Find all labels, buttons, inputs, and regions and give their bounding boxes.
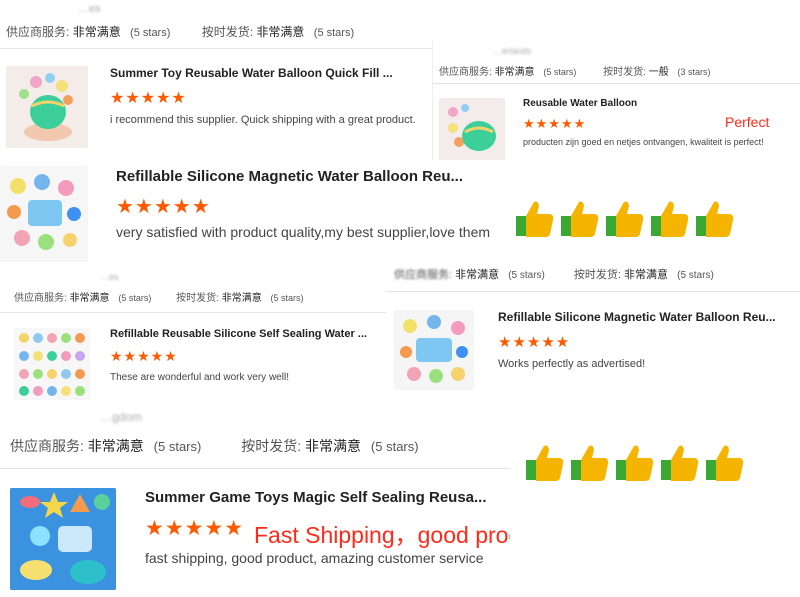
shipping-stars: (5 stars): [270, 293, 304, 303]
reviewer-country: …erlands: [493, 46, 532, 56]
service-stars: (5 stars): [130, 27, 171, 39]
service-label: 供应商服务:: [14, 293, 67, 304]
reviewer-country: …es: [100, 272, 119, 282]
review-text: producten zijn goed en netjes ontvangen,…: [523, 137, 764, 147]
service-label: 供应商服务:: [394, 269, 453, 281]
shipping-stars: (3 stars): [677, 67, 711, 77]
thumbs-up-icon: [651, 201, 689, 237]
thumbs-up-icon: [696, 201, 734, 237]
review-card: …erlands 供应商服务: 非常满意 (5 stars) 按时发货: 一般 …: [432, 40, 800, 160]
rating-row: 供应商服务: 非常满意 (5 stars) 按时发货: 非常满意 (5 star…: [394, 266, 714, 282]
review-card: …es 供应商服务: 非常满意 (5 stars) 按时发货: 非常满意 (5 …: [0, 270, 386, 400]
shipping-label: 按时发货:: [241, 438, 302, 454]
rating-stars: ★★★★★: [110, 348, 178, 364]
shipping-value: 非常满意: [624, 269, 669, 281]
shipping-value: 非常满意: [256, 25, 305, 39]
service-stars: (5 stars): [508, 270, 545, 281]
thumbs-up-group: [514, 198, 736, 240]
thumbs-up-icon: [706, 445, 744, 481]
shipping-stars: (5 stars): [370, 439, 419, 454]
review-highlight: Perfect: [725, 114, 770, 130]
review-card: …es 供应商服务: 非常满意 (5 stars) 按时发货: 非常满意 (5 …: [0, 0, 432, 160]
shipping-stars: (5 stars): [313, 27, 355, 39]
review-text: very satisfied with product quality,my b…: [116, 224, 491, 240]
product-title[interactable]: Refillable Silicone Magnetic Water Ballo…: [116, 168, 463, 185]
thumbs-up-icon: [661, 445, 699, 481]
product-title[interactable]: Refillable Silicone Magnetic Water Ballo…: [498, 310, 776, 324]
product-title[interactable]: Refillable Reusable Silicone Self Sealin…: [110, 328, 367, 340]
product-image[interactable]: [10, 488, 116, 590]
service-label: 供应商服务:: [439, 67, 492, 78]
divider: [0, 468, 510, 469]
rating-row: 供应商服务: 非常满意 (5 stars) 按时发货: 非常满意 (5 star…: [14, 289, 304, 304]
thumbs-up-group: [524, 442, 746, 484]
shipping-label: 按时发货:: [176, 293, 219, 304]
review-card: 供应商服务: 非常满意 (5 stars) 按时发货: 非常满意 (5 star…: [386, 258, 800, 398]
reviewer-country: …gdom: [100, 410, 143, 424]
reviewer-country: …es: [78, 3, 101, 15]
rating-row: 供应商服务: 非常满意 (5 stars) 按时发货: 一般 (3 stars): [439, 63, 711, 78]
service-stars: (5 stars): [118, 293, 152, 303]
product-image[interactable]: [439, 98, 505, 160]
shipping-value: 一般: [648, 67, 669, 78]
rating-row: 供应商服务: 非常满意 (5 stars) 按时发货: 非常满意 (5 star…: [10, 436, 419, 456]
product-image[interactable]: [394, 310, 474, 390]
rating-stars: ★★★★★: [116, 196, 211, 218]
shipping-stars: (5 stars): [677, 270, 714, 281]
divider: [0, 312, 386, 313]
service-value: 非常满意: [455, 269, 500, 281]
shipping-value: 非常满意: [305, 438, 362, 454]
product-title[interactable]: Summer Toy Reusable Water Balloon Quick …: [110, 66, 393, 80]
service-value: 非常满意: [69, 293, 110, 304]
service-label: 供应商服务:: [10, 438, 84, 454]
divider: [433, 83, 800, 84]
divider: [386, 291, 800, 292]
service-value: 非常满意: [494, 67, 535, 78]
review-highlight: Fast Shipping，good product: [254, 522, 510, 548]
shipping-value: 非常满意: [221, 293, 262, 304]
service-stars: (5 stars): [153, 439, 202, 454]
product-title[interactable]: Summer Game Toys Magic Self Sealing Reus…: [145, 489, 487, 506]
review-text: fast shipping, good product, amazing cus…: [145, 550, 484, 566]
shipping-label: 按时发货:: [603, 67, 646, 78]
product-image[interactable]: [0, 166, 88, 262]
review-card: Refillable Silicone Magnetic Water Ballo…: [0, 160, 500, 270]
rating-row: 供应商服务: 非常满意 (5 stars) 按时发货: 非常满意 (5 star…: [6, 23, 354, 40]
review-text: i recommend this supplier. Quick shippin…: [110, 114, 416, 126]
product-image[interactable]: [14, 328, 90, 400]
review-text: Works perfectly as advertised!: [498, 358, 646, 370]
product-title[interactable]: Reusable Water Balloon: [523, 98, 637, 109]
service-stars: (5 stars): [543, 67, 577, 77]
thumbs-up-icon: [616, 445, 654, 481]
divider: [0, 48, 432, 49]
shipping-label: 按时发货:: [573, 269, 621, 281]
rating-stars: ★★★★★: [523, 116, 587, 131]
thumbs-up-icon: [526, 445, 564, 481]
rating-stars: ★★★★★: [498, 334, 571, 351]
review-card: …gdom 供应商服务: 非常满意 (5 stars) 按时发货: 非常满意 (…: [0, 400, 510, 597]
product-image[interactable]: [6, 66, 88, 148]
thumbs-up-icon: [606, 201, 644, 237]
thumbs-up-icon: [561, 201, 599, 237]
service-label: 供应商服务:: [6, 25, 70, 39]
thumbs-up-icon: [571, 445, 609, 481]
service-value: 非常满意: [72, 25, 121, 39]
rating-stars: ★★★★★: [110, 90, 187, 107]
thumbs-up-icon: [516, 201, 554, 237]
shipping-label: 按时发货:: [201, 25, 254, 39]
review-text: These are wonderful and work very well!: [110, 372, 289, 383]
service-value: 非常满意: [87, 438, 144, 454]
rating-stars: ★★★★★: [145, 517, 245, 540]
